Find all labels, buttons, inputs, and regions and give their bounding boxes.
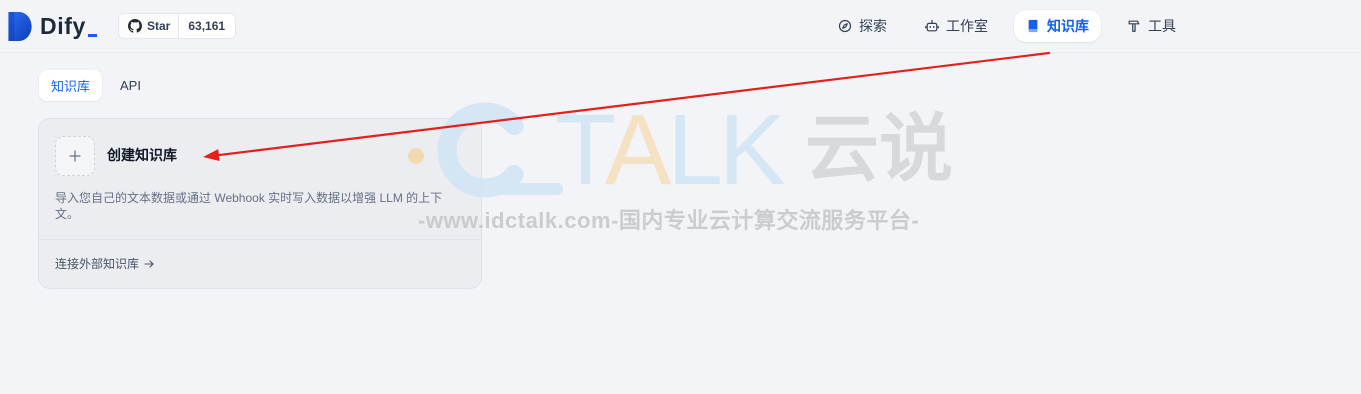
hammer-icon	[1128, 20, 1140, 32]
main-nav: 探索 工作室 知识库 工具	[826, 10, 1188, 42]
github-star-label-area: Star	[119, 14, 180, 38]
watermark-brand: TALK	[555, 100, 786, 200]
nav-item-label: 工作室	[946, 18, 988, 34]
github-star-label: Star	[147, 19, 171, 33]
tab-knowledge[interactable]: 知识库	[39, 70, 103, 101]
create-knowledge-card[interactable]: 创建知识库 导入您自己的文本数据或通过 Webhook 实时写入数据以增强 LL…	[38, 118, 482, 289]
watermark-tagline: -www.idctalk.com-国内专业云计算交流服务平台-	[418, 208, 920, 233]
watermark-letter: A	[604, 94, 672, 206]
logo-cursor	[87, 34, 97, 37]
card-divider	[39, 239, 481, 240]
create-knowledge-description: 导入您自己的文本数据或通过 Webhook 实时写入数据以增强 LLM 的上下文…	[55, 191, 443, 221]
watermark-letter: K	[719, 94, 786, 206]
arrow-right-icon	[144, 260, 154, 268]
logo-text: Dify	[40, 13, 86, 39]
github-icon	[128, 19, 142, 33]
nav-item-studio[interactable]: 工作室	[913, 10, 1000, 42]
tab-api[interactable]: API	[108, 70, 153, 101]
watermark-letter: L	[667, 94, 723, 206]
plus-icon	[69, 150, 81, 162]
watermark-brand-cn: 云说	[805, 107, 953, 190]
nav-item-label: 知识库	[1047, 18, 1089, 34]
dataset-tabs: 知识库 API	[39, 70, 153, 101]
compass-icon	[838, 19, 852, 33]
robot-icon	[925, 19, 939, 32]
github-star-button[interactable]: Star 63,161	[118, 13, 237, 39]
nav-item-knowledge[interactable]: 知识库	[1014, 10, 1101, 42]
github-star-count: 63,161	[188, 19, 226, 33]
nav-item-label: 探索	[859, 18, 887, 34]
nav-item-label: 工具	[1148, 18, 1176, 34]
book-icon	[1028, 19, 1038, 33]
connect-external-knowledge-label: 连接外部知识库	[55, 257, 140, 271]
nav-item-tools[interactable]: 工具	[1115, 10, 1188, 42]
create-knowledge-title: 创建知识库	[107, 147, 177, 163]
watermark-letter: T	[555, 94, 609, 206]
dify-logo[interactable]: Dify	[8, 11, 97, 41]
top-header: Dify Star 63,161 探索 工作室 知识库 工具	[0, 0, 1361, 53]
nav-item-explore[interactable]: 探索	[826, 10, 899, 42]
connect-external-knowledge-link[interactable]: 连接外部知识库	[55, 256, 155, 272]
create-icon-box	[55, 136, 95, 176]
dify-logo-icon	[8, 11, 32, 41]
